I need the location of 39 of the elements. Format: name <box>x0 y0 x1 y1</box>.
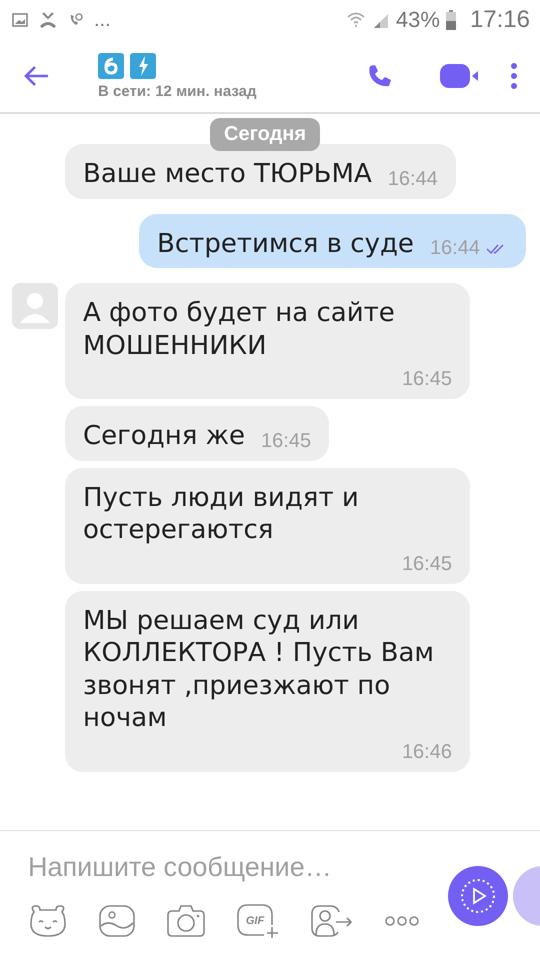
video-camera-icon[interactable] <box>440 63 480 89</box>
date-label: Сегодня <box>210 118 320 151</box>
message-text: А фото будет на сайте МОШЕННИКИ <box>83 297 396 362</box>
message-text: Встретимся в суде <box>157 228 414 260</box>
message-time: 16:44 <box>430 237 480 260</box>
message-bubble[interactable]: А фото будет на сайте МОШЕННИКИ 16:45 <box>65 283 470 399</box>
battery-percent: 43% <box>396 7 440 33</box>
clock: 17:16 <box>470 6 530 34</box>
notification-more: ... <box>94 8 111 32</box>
message-text: Пусть люди видят и остерегаются <box>83 482 360 546</box>
message-bubble[interactable]: МЫ решаем суд или КОЛЛЕКТОРА ! Пусть Вам звонят ,приезжают по ночам 16:46 <box>65 590 470 772</box>
missed-call-icon <box>38 11 58 29</box>
message-time: 16:45 <box>402 368 452 391</box>
back-icon[interactable] <box>22 64 50 88</box>
message-bubble[interactable]: Ваше место ТЮРЬМА 16:44 <box>65 144 456 198</box>
message-text: МЫ решаем суд или КОЛЛЕКТОРА ! Пусть Вам звонят ,приезжают по ночам <box>83 604 436 734</box>
lightning-icon <box>130 52 156 78</box>
message-bubble[interactable]: Встретимся в суде 16:44 <box>139 214 526 268</box>
message-bubble[interactable]: Сегодня же 16:45 <box>65 406 330 460</box>
battery-icon <box>446 10 456 30</box>
message-bubble[interactable]: Пусть люди видят и остерегаются 16:45 <box>65 468 470 584</box>
last-seen-status: В сети: 12 мин. назад <box>98 82 258 100</box>
message-time: 16:45 <box>402 552 452 576</box>
swirl-icon <box>98 52 124 78</box>
image-icon <box>12 12 28 28</box>
message-text: Ваше место ТЮРЬМА <box>83 158 372 190</box>
call-icon <box>68 12 84 28</box>
message-time: 16:45 <box>261 430 312 452</box>
share-contact-icon[interactable] <box>310 904 354 938</box>
message-time: 16:44 <box>388 168 438 190</box>
bear-face-icon[interactable] <box>28 904 68 938</box>
message-text: Сегодня же <box>83 420 246 452</box>
camera-icon[interactable] <box>166 904 206 938</box>
more-options-icon[interactable] <box>510 63 518 89</box>
message-time: 16:46 <box>402 740 452 764</box>
more-icon[interactable] <box>384 915 420 927</box>
play-icon <box>460 878 496 914</box>
gallery-icon[interactable] <box>98 904 136 938</box>
wifi-icon <box>346 11 366 29</box>
